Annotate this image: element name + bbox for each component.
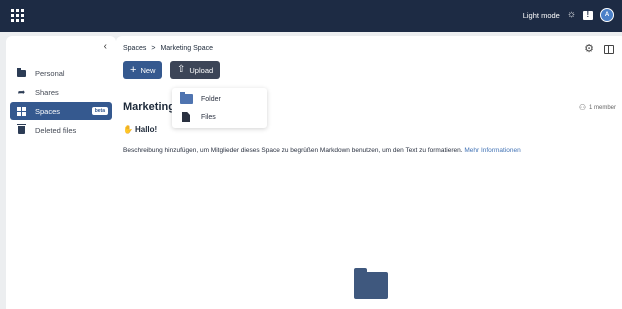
space-description: Beschreibung hinzufügen, um Mitglieder d… — [123, 147, 521, 154]
beta-badge: beta — [91, 107, 108, 115]
main-top-icons: ⚙ — [584, 44, 614, 55]
gear-icon[interactable]: ⚙ — [584, 44, 594, 55]
avatar[interactable]: A — [600, 8, 614, 22]
light-mode-label[interactable]: Light mode — [523, 11, 560, 20]
spaces-icon — [17, 106, 26, 116]
main-panel: Spaces > Marketing Space ⚙ + New ⇧ Uploa… — [116, 36, 622, 309]
plus-icon: + — [130, 63, 137, 76]
description-text: Beschreibung hinzufügen, um Mitglieder d… — [123, 147, 463, 154]
trash-icon — [17, 124, 26, 135]
person-icon: ⚇ — [578, 103, 586, 112]
breadcrumb: Spaces > Marketing Space — [123, 45, 213, 52]
feedback-icon[interactable] — [583, 10, 593, 20]
breadcrumb-current: Marketing Space — [160, 45, 213, 52]
member-count[interactable]: ⚇ 1 member — [579, 103, 616, 112]
page-title: Marketing — [123, 101, 175, 113]
top-right-controls: Light mode ☼ A — [523, 8, 614, 22]
sidebar-item-spaces[interactable]: Spaces beta — [10, 102, 112, 120]
sidebar-item-label: Shares — [35, 87, 59, 97]
readme-heading: ✋ Hallo! — [123, 125, 157, 134]
menu-item-label: Files — [201, 113, 216, 121]
upload-button[interactable]: ⇧ Upload — [170, 61, 221, 79]
sidebar: ‹ Personal ➦ Shares Spaces beta Deleted … — [6, 36, 116, 309]
breadcrumb-separator: > — [151, 45, 156, 52]
menu-item-folder[interactable]: Folder — [180, 92, 221, 104]
folder-icon — [17, 67, 26, 78]
member-count-label: 1 member — [588, 104, 616, 111]
sidebar-item-shares[interactable]: ➦ Shares — [10, 83, 112, 101]
sidebar-item-personal[interactable]: Personal — [10, 64, 112, 82]
new-button-label: New — [140, 65, 156, 75]
sidebar-item-label: Deleted files — [35, 125, 77, 135]
empty-folder-icon — [354, 268, 388, 299]
share-icon: ➦ — [17, 86, 26, 97]
more-info-link[interactable]: Mehr Informationen — [464, 147, 520, 154]
sidebar-item-label: Personal — [35, 68, 65, 78]
new-dropdown-menu: Folder Files — [172, 88, 267, 128]
collapse-sidebar-icon[interactable]: ‹ — [104, 41, 107, 52]
sidebar-item-deleted-files[interactable]: Deleted files — [10, 121, 112, 139]
top-bar: Light mode ☼ A — [0, 0, 622, 32]
file-icon — [182, 112, 190, 122]
readme-heading-text: Hallo! — [134, 125, 158, 134]
menu-item-files[interactable]: Files — [180, 112, 216, 122]
side-panel-icon[interactable] — [604, 45, 614, 54]
sidebar-item-label: Spaces — [35, 106, 61, 116]
breadcrumb-spaces[interactable]: Spaces — [123, 45, 146, 52]
menu-item-label: Folder — [201, 95, 221, 103]
sidebar-nav: Personal ➦ Shares Spaces beta Deleted fi… — [10, 64, 112, 140]
app-grid-icon[interactable] — [11, 9, 24, 22]
waving-hand-icon: ✋ — [123, 125, 133, 134]
folder-icon — [180, 92, 193, 104]
upload-button-label: Upload — [189, 65, 214, 75]
upload-icon: ⇧ — [177, 64, 186, 75]
sun-icon[interactable]: ☼ — [567, 10, 576, 20]
new-button[interactable]: + New — [123, 61, 163, 79]
